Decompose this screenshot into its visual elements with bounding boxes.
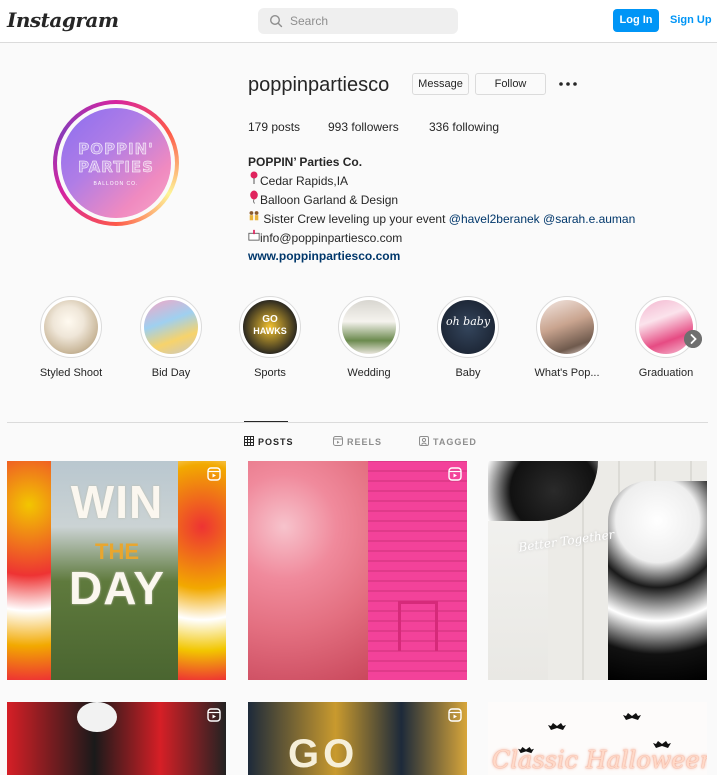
following-label: following	[449, 120, 500, 134]
active-tab-indicator	[244, 421, 288, 422]
followers-label: followers	[348, 120, 399, 134]
chevron-right-icon[interactable]	[684, 330, 702, 348]
pin-icon	[250, 171, 258, 184]
instagram-logo[interactable]: Instagram	[7, 8, 119, 32]
bio-email: info@poppinpartiesco.com	[248, 228, 668, 247]
post-text-go: GO	[288, 732, 359, 775]
bio-service-text: Balloon Garland & Design	[260, 193, 399, 207]
post-neon-text: Classic Halloween	[492, 746, 707, 774]
bio-location-text: Cedar Rapids,IA	[260, 174, 349, 188]
reel-icon	[207, 708, 221, 722]
mention-havel2beranek[interactable]: @havel2beranek	[449, 212, 540, 226]
sports-text-line2: HAWKS	[253, 326, 287, 336]
highlight-label: Baby	[455, 367, 481, 379]
bio-email-text: info@poppinpartiesco.com	[260, 231, 403, 245]
post-text-day: DAY	[69, 562, 165, 614]
highlight-thumbnail	[639, 300, 693, 354]
search-input[interactable]	[290, 12, 450, 30]
highlight-thumbnail	[540, 300, 594, 354]
tagged-icon	[419, 436, 429, 446]
more-options-icon[interactable]	[558, 79, 578, 89]
highlight-label: Graduation	[638, 367, 694, 379]
reel-icon	[448, 467, 462, 481]
reels-icon	[333, 436, 343, 446]
highlight-thumbnail	[44, 300, 98, 354]
balloon-icon	[250, 190, 258, 204]
profile-bio: POPPIN’ Parties Co. Cedar Rapids,IA Ball…	[248, 153, 668, 265]
post-tile[interactable]	[7, 702, 226, 775]
post-tile[interactable]: GO	[248, 702, 467, 775]
bat-icon	[623, 713, 641, 720]
posts-count: 179	[248, 120, 269, 134]
login-button[interactable]: Log In	[613, 9, 659, 32]
profile-website-link[interactable]: www.poppinpartiesco.com	[248, 247, 668, 265]
baby-text: oh baby	[445, 315, 491, 328]
avatar-subtext: BALLOON CO.	[93, 181, 139, 187]
inbox-icon	[248, 229, 260, 241]
tab-tagged[interactable]: TAGGED	[419, 436, 477, 447]
post-text-win: WIN	[70, 476, 164, 528]
search-icon	[269, 14, 283, 28]
bio-service: Balloon Garland & Design	[248, 190, 668, 209]
post-tile[interactable]: WIN THE DAY	[7, 461, 226, 680]
highlight-label: Sports	[254, 367, 286, 379]
tab-posts[interactable]: POSTS	[244, 436, 294, 447]
profile-full-name: POPPIN’ Parties Co.	[248, 155, 363, 169]
profile-avatar-ring[interactable]: POPPIN' PARTIES BALLOON CO.	[53, 100, 179, 226]
highlight-thumbnail: GO HAWKS	[243, 300, 297, 354]
follow-button[interactable]: Follow	[475, 73, 546, 95]
highlight-whats-poppin[interactable]: What's Pop...	[527, 296, 607, 379]
following-count: 336	[429, 120, 450, 134]
following-stat[interactable]: 336 following	[429, 120, 499, 134]
grid-icon	[244, 436, 254, 446]
profile-avatar: POPPIN' PARTIES BALLOON CO.	[61, 108, 171, 218]
signup-link[interactable]: Sign Up	[670, 9, 712, 32]
search-box[interactable]	[258, 8, 458, 34]
highlight-label: Styled Shoot	[39, 367, 103, 379]
highlight-baby[interactable]: oh baby Baby	[428, 296, 508, 379]
highlight-label: Bid Day	[151, 367, 191, 379]
bio-crew-text: Sister Crew leveling up your event	[260, 212, 449, 226]
avatar-text-line1: POPPIN'	[78, 140, 154, 159]
reel-icon	[448, 708, 462, 722]
highlight-bid-day[interactable]: Bid Day	[131, 296, 211, 379]
sports-text-line1: GO	[262, 314, 278, 325]
bat-icon	[548, 723, 566, 730]
women-icon	[249, 211, 259, 221]
highlight-thumbnail	[342, 300, 396, 354]
tab-tagged-label: TAGGED	[433, 437, 477, 447]
post-tile[interactable]	[248, 461, 467, 680]
avatar-text-line2: PARTIES	[78, 158, 154, 177]
followers-stat[interactable]: 993 followers	[328, 120, 399, 134]
bio-location: Cedar Rapids,IA	[248, 171, 668, 190]
tab-posts-label: POSTS	[258, 437, 294, 447]
highlight-styled-shoot[interactable]: Styled Shoot	[31, 296, 111, 379]
highlight-sports[interactable]: GO HAWKS Sports	[230, 296, 310, 379]
highlight-thumbnail	[144, 300, 198, 354]
profile-username: poppinpartiesco	[248, 74, 390, 96]
top-navigation-bar: Instagram Log In Sign Up	[0, 0, 717, 43]
highlight-label: What's Pop...	[534, 367, 600, 379]
highlight-wedding[interactable]: Wedding	[329, 296, 409, 379]
highlight-label: Wedding	[347, 367, 391, 379]
posts-stat: 179 posts	[248, 120, 300, 134]
tabs-divider	[7, 422, 708, 423]
tab-reels[interactable]: REELS	[333, 436, 382, 447]
mention-sarah-e-auman[interactable]: @sarah.e.auman	[543, 212, 635, 226]
message-button[interactable]: Message	[412, 73, 469, 95]
posts-label: posts	[268, 120, 301, 134]
post-tile[interactable]: Better Together	[488, 461, 707, 680]
reel-icon	[207, 467, 221, 481]
followers-count: 993	[328, 120, 349, 134]
post-tile[interactable]: Classic Halloween	[488, 702, 707, 775]
tab-reels-label: REELS	[347, 437, 383, 447]
bio-crew: Sister Crew leveling up your event @have…	[248, 209, 668, 228]
highlight-thumbnail: oh baby	[441, 300, 495, 354]
